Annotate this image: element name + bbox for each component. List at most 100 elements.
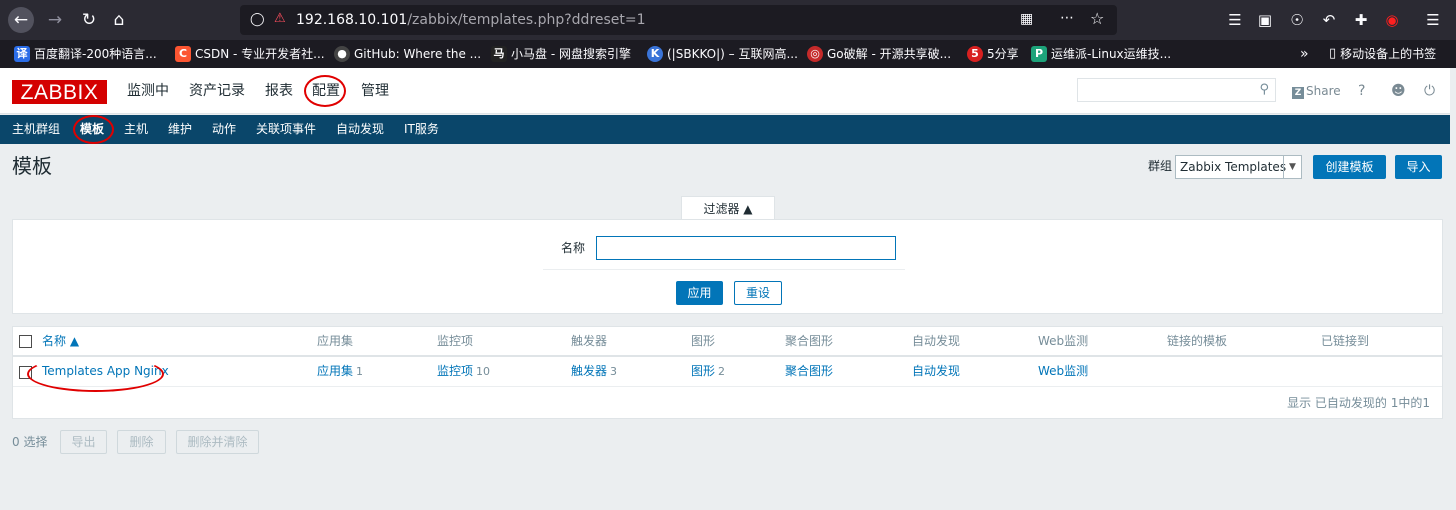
column-header-graphs: 图形 <box>691 334 716 348</box>
applications-cell: 应用集 1 <box>317 357 363 385</box>
sidebar-icon[interactable]: ▣ <box>1255 10 1275 30</box>
apply-button[interactable]: 应用 <box>676 281 723 305</box>
graphs-cell: 图形 2 <box>691 357 725 385</box>
screenshot-icon[interactable]: ✚ <box>1351 10 1371 30</box>
table-paging-summary: 显示 已自动发现的 1中的1 <box>1287 396 1430 410</box>
triggers-link[interactable]: 触发器 <box>571 364 607 378</box>
import-button[interactable]: 导入 <box>1395 155 1442 179</box>
group-select[interactable]: Zabbix Templates ▼ <box>1175 155 1302 179</box>
column-header-items: 监控项 <box>437 334 474 348</box>
bookmark-1[interactable]: C CSDN - 专业开发者社... <box>175 40 325 68</box>
delete-button[interactable]: 删除 <box>117 430 166 454</box>
back-icon[interactable]: ← <box>8 7 34 33</box>
reload-icon[interactable]: ↻ <box>76 7 102 33</box>
qr-code-icon[interactable]: ▦ <box>1020 11 1033 27</box>
zabbix-header: ZABBIX 监测中 资产记录 报表 配置 管理 ⚲ Z Share ? ☻ ⏻ <box>0 68 1456 114</box>
menu-administration[interactable]: 管理 <box>361 81 389 101</box>
bookmark-favicon-icon: ● <box>334 46 350 62</box>
row-checkbox[interactable] <box>19 366 32 379</box>
screens-link[interactable]: 聚合图形 <box>785 364 833 378</box>
items-link[interactable]: 监控项 <box>437 364 473 378</box>
bookmark-star-icon[interactable]: ☆ <box>1090 9 1104 28</box>
help-icon[interactable]: ? <box>1358 82 1365 100</box>
menu-reports[interactable]: 报表 <box>265 81 293 101</box>
account-icon[interactable]: ☉ <box>1287 10 1307 30</box>
submenu-host-groups[interactable]: 主机群组 <box>12 115 60 143</box>
web-link[interactable]: Web监测 <box>1038 364 1088 378</box>
discovery-link[interactable]: 自动发现 <box>912 364 960 378</box>
reset-button[interactable]: 重设 <box>734 281 782 305</box>
extension-icon[interactable]: ◉ <box>1382 10 1402 30</box>
bookmarks-overflow-icon[interactable]: » <box>1300 40 1309 68</box>
bookmark-0[interactable]: 译百度翻译-200种语言... <box>14 40 157 68</box>
filter-tab[interactable]: 过滤器 ▲ <box>681 196 775 220</box>
applications-link[interactable]: 应用集 <box>317 364 353 378</box>
sub-menu: 主机群组 模板 主机 维护 动作 关联项事件 自动发现 IT服务 <box>0 115 1456 144</box>
share-icon: Z <box>1292 87 1304 99</box>
menu-monitoring[interactable]: 监测中 <box>127 81 169 101</box>
filter-divider <box>543 269 905 270</box>
menu-configuration[interactable]: 配置 <box>312 81 340 101</box>
search-input[interactable] <box>1078 79 1253 101</box>
zabbix-logo[interactable]: ZABBIX <box>12 80 107 104</box>
browser-toolbar: ← → ↻ ⌂ ◯ ⚠ 192.168.10.101/zabbix/templa… <box>0 0 1456 40</box>
submenu-maintenance[interactable]: 维护 <box>168 115 192 143</box>
user-profile-icon[interactable]: ☻ <box>1391 82 1406 100</box>
header-divider <box>13 355 1442 357</box>
bookmark-favicon-icon: 马 <box>491 46 507 62</box>
bookmark-5[interactable]: ◎ Go破解 - 开源共享破... <box>807 40 951 68</box>
share-link[interactable]: Z Share <box>1292 82 1341 100</box>
bookmark-2[interactable]: ● GitHub: Where the ... <box>334 40 481 68</box>
bookmark-favicon-icon: C <box>175 46 191 62</box>
bookmark-4[interactable]: K (|SBKKO|) – 互联网高... <box>647 40 798 68</box>
page-scroll-edge <box>1450 68 1456 510</box>
create-template-button[interactable]: 创建模板 <box>1313 155 1386 179</box>
bookmark-6[interactable]: 5 5分享 <box>967 40 1019 68</box>
page-title: 模板 <box>12 154 52 178</box>
delete-and-clear-button[interactable]: 删除并清除 <box>176 430 259 454</box>
library-icon[interactable]: ☰ <box>1225 10 1245 30</box>
url-text: 192.168.10.101/zabbix/templates.php?ddre… <box>296 12 646 28</box>
triggers-cell: 触发器 3 <box>571 357 617 385</box>
discovery-cell: 自动发现 <box>912 357 960 385</box>
submenu-event-correlation[interactable]: 关联项事件 <box>256 115 316 143</box>
address-bar[interactable]: ◯ ⚠ 192.168.10.101/zabbix/templates.php?… <box>240 5 1117 35</box>
home-icon[interactable]: ⌂ <box>106 7 132 33</box>
column-header-screens: 聚合图形 <box>785 334 834 348</box>
submenu-hosts[interactable]: 主机 <box>124 115 148 143</box>
submenu-templates[interactable]: 模板 <box>80 115 104 143</box>
bookmark-7[interactable]: P 运维派-Linux运维技... <box>1031 40 1171 68</box>
group-label: 群组 <box>1148 159 1173 173</box>
undo-icon[interactable]: ↶ <box>1319 10 1339 30</box>
bookmark-favicon-icon: ◎ <box>807 46 823 62</box>
mobile-device-icon: ▯ <box>1329 46 1337 61</box>
group-select-value: Zabbix Templates <box>1180 160 1287 174</box>
submenu-discovery[interactable]: 自动发现 <box>336 115 384 143</box>
search-icon[interactable]: ⚲ <box>1259 82 1269 97</box>
column-header-name[interactable]: 名称 ▲ <box>42 327 79 355</box>
submenu-it-services[interactable]: IT服务 <box>404 115 439 143</box>
filter-name-input[interactable] <box>596 236 896 260</box>
forward-icon[interactable]: → <box>42 7 68 33</box>
select-all-checkbox[interactable] <box>19 335 32 348</box>
graphs-link[interactable]: 图形 <box>691 364 715 378</box>
selected-count: 0 选择 <box>12 435 48 449</box>
bookmark-3[interactable]: 马小马盘 - 网盘搜索引擎 <box>491 40 631 68</box>
template-name-link[interactable]: Templates App Nginx <box>42 364 169 378</box>
bookmark-favicon-icon: P <box>1031 46 1047 62</box>
items-count: 10 <box>476 365 491 378</box>
template-name-cell: Templates App Nginx <box>42 357 169 385</box>
menu-icon[interactable]: ☰ <box>1423 10 1443 30</box>
column-header-triggers: 触发器 <box>571 334 608 348</box>
row-divider <box>13 386 1442 387</box>
mobile-bookmarks[interactable]: ▯ 移动设备上的书签 <box>1329 40 1436 68</box>
submenu-actions[interactable]: 动作 <box>212 115 236 143</box>
items-cell: 监控项 10 <box>437 357 490 385</box>
column-header-applications: 应用集 <box>317 334 354 348</box>
sign-out-icon[interactable]: ⏻ <box>1424 82 1435 100</box>
graphs-count: 2 <box>718 365 726 378</box>
menu-inventory[interactable]: 资产记录 <box>189 81 245 101</box>
bookmarks-bar: 译百度翻译-200种语言... C CSDN - 专业开发者社... ● GitHu… <box>0 40 1456 68</box>
more-icon[interactable]: ⋯ <box>1060 10 1074 26</box>
export-button[interactable]: 导出 <box>60 430 107 454</box>
